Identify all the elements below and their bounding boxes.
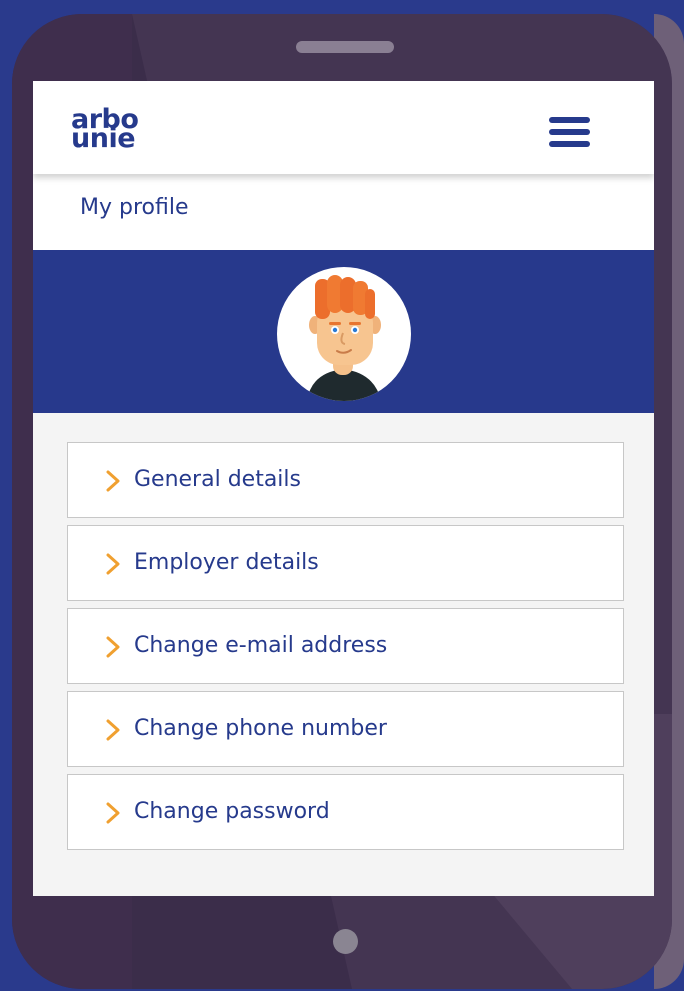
chevron-right-icon (106, 470, 120, 492)
hamburger-menu-icon[interactable] (549, 115, 591, 149)
change-phone-item[interactable]: Change phone number (67, 691, 624, 767)
change-phone-label: Change phone number (134, 716, 387, 741)
change-password-label: Change password (134, 799, 330, 824)
general-details-label: General details (134, 467, 301, 492)
stage: arbo unie My profile General details Emp… (0, 0, 684, 991)
chevron-right-icon (106, 553, 120, 575)
page-title: My profile (80, 195, 189, 220)
logo-line-2: unie (71, 123, 136, 154)
phone-speaker (296, 41, 394, 53)
employer-details-item[interactable]: Employer details (67, 525, 624, 601)
chevron-right-icon (106, 802, 120, 824)
phone-screen: arbo unie My profile General details Emp… (33, 81, 654, 896)
home-button[interactable] (333, 929, 358, 954)
chevron-right-icon (106, 636, 120, 658)
change-email-item[interactable]: Change e-mail address (67, 608, 624, 684)
user-avatar-illustration (307, 275, 381, 401)
change-password-item[interactable]: Change password (67, 774, 624, 850)
profile-menu-list: General details Employer details Change … (67, 442, 624, 857)
general-details-item[interactable]: General details (67, 442, 624, 518)
app-header: arbo unie (33, 81, 654, 174)
arbo-unie-logo[interactable]: arbo unie (71, 106, 139, 154)
employer-details-label: Employer details (134, 550, 319, 575)
user-avatar[interactable] (277, 267, 411, 401)
chevron-right-icon (106, 719, 120, 741)
change-email-label: Change e-mail address (134, 633, 388, 658)
